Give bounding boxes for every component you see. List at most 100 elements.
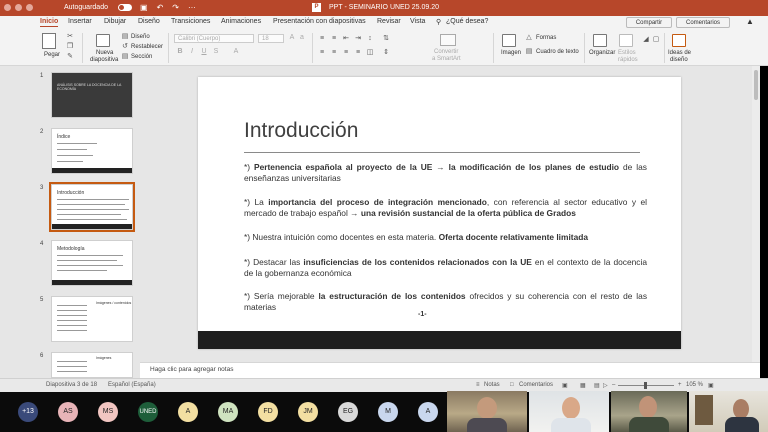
participant-avatar[interactable]: A	[418, 402, 438, 422]
bullet-item[interactable]: *) Pertenencia española al proyecto de l…	[244, 162, 647, 184]
comments-toggle[interactable]: Comentarios	[519, 382, 553, 388]
slide-thumbnail[interactable]: Índice	[51, 128, 133, 174]
zoom-in-icon[interactable]: +	[678, 382, 682, 388]
increase-indent-icon[interactable]: ⇥	[354, 35, 362, 43]
textbox-icon[interactable]: ▤	[525, 48, 533, 56]
tab-inicio[interactable]: Inicio	[40, 18, 59, 27]
section-icon[interactable]: ▤	[121, 53, 129, 61]
layout-icon[interactable]: ▤	[121, 33, 129, 41]
cut-icon[interactable]: ✂	[66, 33, 74, 41]
participant-video-tile[interactable]	[611, 391, 687, 432]
quick-styles-icon[interactable]	[619, 34, 633, 47]
bullet-item[interactable]: *) La importancia del proceso de integra…	[244, 197, 647, 219]
decrease-indent-icon[interactable]: ⇤	[342, 35, 350, 43]
vertical-scrollbar[interactable]	[752, 66, 760, 362]
normal-view-icon[interactable]: ▣	[562, 382, 568, 389]
slide-sorter-icon[interactable]: ▦	[580, 382, 586, 389]
italic-icon[interactable]: I	[188, 48, 196, 56]
align-text-icon[interactable]: ⇕	[382, 49, 390, 57]
notes-toggle[interactable]: Notas	[484, 382, 500, 388]
copy-icon[interactable]: ❐	[66, 43, 74, 51]
slide-thumbnail[interactable]: Imágenes	[51, 352, 133, 378]
tell-me-search[interactable]: ¿Qué desea?	[446, 18, 488, 25]
participant-avatar[interactable]: AS	[58, 402, 78, 422]
shapes-icon[interactable]: △	[525, 34, 533, 42]
new-slide-icon[interactable]	[96, 34, 110, 47]
numbering-icon[interactable]: ≡	[330, 35, 338, 43]
tab-insertar[interactable]: Insertar	[68, 18, 92, 25]
tab-vista[interactable]: Vista	[410, 18, 425, 25]
participant-avatar[interactable]: EG	[338, 402, 358, 422]
text-direction-icon[interactable]: ⇅	[382, 35, 390, 43]
slide-thumbnail[interactable]: ANÁLISIS SOBRE LA DOCENCIA DE LA ECONOMÍ…	[51, 72, 133, 118]
slideshow-icon[interactable]: ▷	[603, 382, 608, 389]
zoom-slider-thumb[interactable]	[644, 382, 647, 389]
collapse-ribbon-icon[interactable]: ▲	[746, 17, 754, 26]
slide-thumbnail-selected[interactable]: Introducción	[49, 182, 135, 232]
participant-avatar[interactable]: A	[178, 402, 198, 422]
font-color-icon[interactable]: A	[232, 48, 240, 56]
bold-icon[interactable]: B	[176, 48, 184, 56]
current-slide[interactable]: Introducción *) Pertenencia española al …	[198, 77, 681, 349]
slide-title[interactable]: Introducción	[244, 119, 358, 143]
tab-revisar[interactable]: Revisar	[377, 18, 401, 25]
textbox-button[interactable]: Cuadro de texto	[536, 49, 579, 55]
layout-button[interactable]: Diseño	[131, 34, 150, 40]
arrange-icon[interactable]	[593, 34, 607, 47]
align-right-icon[interactable]: ≡	[342, 49, 350, 57]
participant-avatar[interactable]: FD	[258, 402, 278, 422]
tab-animaciones[interactable]: Animaciones	[221, 18, 261, 25]
participant-avatar[interactable]: MA	[218, 402, 238, 422]
section-button[interactable]: Sección	[131, 54, 152, 60]
participant-avatar[interactable]: MS	[98, 402, 118, 422]
participant-avatar[interactable]: UNED	[138, 402, 158, 422]
zoom-out-icon[interactable]: –	[612, 382, 615, 388]
participant-video-tile[interactable]	[689, 391, 768, 432]
justify-icon[interactable]: ≡	[354, 49, 362, 57]
participant-avatar[interactable]: M	[378, 402, 398, 422]
tab-transiciones[interactable]: Transiciones	[171, 18, 210, 25]
line-spacing-icon[interactable]: ↕	[366, 35, 374, 43]
comments-button[interactable]: Comentarios	[676, 17, 730, 28]
language-indicator[interactable]: Español (España)	[108, 382, 156, 388]
reset-icon[interactable]: ↺	[121, 43, 129, 51]
comments-icon[interactable]: □	[510, 382, 514, 388]
notes-icon[interactable]: ≡	[476, 382, 480, 388]
columns-icon[interactable]: ◫	[366, 49, 374, 57]
image-icon[interactable]	[502, 34, 516, 47]
tab-dibujar[interactable]: Dibujar	[104, 18, 126, 25]
zoom-level[interactable]: 105 %	[686, 382, 703, 388]
decrease-font-icon[interactable]: a	[298, 34, 306, 42]
bullet-item[interactable]: *) Nuestra intuición como docentes en es…	[244, 232, 647, 243]
bullets-icon[interactable]: ≡	[318, 35, 326, 43]
participant-avatar[interactable]: +13	[18, 402, 38, 422]
fit-to-window-icon[interactable]: ▣	[708, 382, 714, 389]
align-left-icon[interactable]: ≡	[318, 49, 326, 57]
design-ideas-icon[interactable]	[672, 34, 686, 47]
notes-pane[interactable]: Haga clic para agregar notas	[140, 362, 760, 378]
participant-avatar[interactable]: JM	[298, 402, 318, 422]
slide-thumbnail[interactable]: Imágenes / contenidos	[51, 296, 133, 342]
reading-view-icon[interactable]: ▤	[594, 382, 600, 389]
font-size-field[interactable]: 18	[258, 34, 284, 43]
format-painter-icon[interactable]: ✎	[66, 53, 74, 61]
underline-icon[interactable]: U	[200, 48, 208, 56]
bullet-item[interactable]: *) Destacar las insuficiencias de los co…	[244, 257, 647, 279]
fill-icon[interactable]: ◢	[642, 36, 650, 44]
reset-button[interactable]: Restablecer	[131, 44, 163, 50]
tab-diseno[interactable]: Diseño	[138, 18, 160, 25]
increase-font-icon[interactable]: A	[288, 34, 296, 42]
shapes-button[interactable]: Formas	[536, 35, 556, 41]
share-button[interactable]: Compartir	[626, 17, 672, 28]
outline-icon[interactable]: ▢	[652, 36, 660, 44]
smartart-icon[interactable]	[440, 34, 456, 46]
strikethrough-icon[interactable]: S	[212, 48, 220, 56]
participant-video-tile[interactable]	[529, 391, 609, 432]
scrollbar-thumb[interactable]	[754, 70, 758, 100]
font-name-field[interactable]: Calibri (Cuerpo)	[174, 34, 254, 43]
slide-thumbnail[interactable]: Metodología	[51, 240, 133, 286]
participant-video-tile[interactable]	[447, 391, 527, 432]
tab-presentacion[interactable]: Presentación con diapositivas	[273, 18, 366, 25]
bullet-item[interactable]: *) Sería mejorable la estructuración de …	[244, 291, 647, 313]
align-center-icon[interactable]: ≡	[330, 49, 338, 57]
